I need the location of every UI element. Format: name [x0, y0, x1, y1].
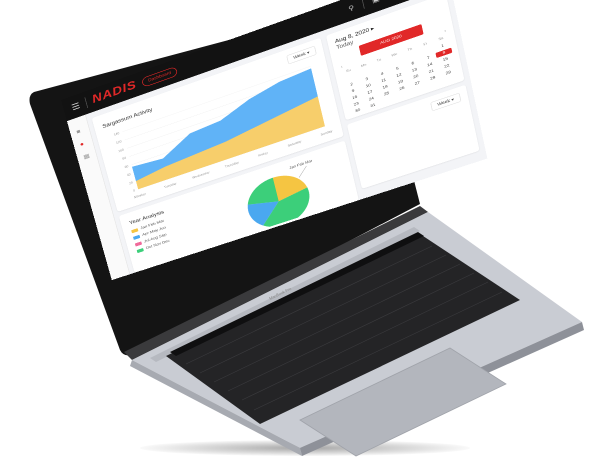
dashboard-badge[interactable]: Dashboard [141, 66, 179, 88]
legend-swatch [132, 234, 141, 240]
x-tick-label: Wednesday [192, 170, 211, 179]
dropdown-value: Week [292, 51, 307, 61]
x-tick-label: Thursday [224, 161, 239, 169]
legend-swatch [134, 241, 142, 247]
product-scene: MacBook Pro ☰ NADIS Dashboard ⚲ ▣ ▲ ■ ● … [0, 0, 592, 464]
y-tick-label: 120 [116, 140, 123, 145]
dropdown-value: Week [437, 98, 451, 108]
y-tick-label: 20 [129, 181, 134, 186]
y-tick-label: 60 [124, 164, 129, 169]
sidebar-dashboard-icon[interactable]: ■ [76, 128, 82, 135]
y-tick-label: 140 [113, 131, 120, 136]
x-tick-label: Friday [258, 151, 269, 158]
period-dropdown[interactable]: Week ▾ [430, 92, 462, 112]
y-tick-label: 0 [133, 189, 136, 193]
y-tick-label: 80 [122, 156, 127, 161]
sidebar-reports-icon[interactable]: ▦ [83, 153, 91, 161]
sidebar-activity-icon[interactable]: ● [79, 141, 85, 148]
legend-swatch [131, 227, 139, 234]
divider [84, 97, 89, 109]
pie-label: Jan Feb Mar [289, 159, 313, 170]
x-tick-label: Tuesday [164, 182, 178, 190]
calendar-icon[interactable]: ▣ [371, 0, 380, 4]
x-tick-label: Monday [134, 192, 147, 199]
search-icon[interactable]: ⚲ [348, 3, 355, 13]
x-tick-label: Sunday [320, 129, 333, 137]
y-tick-label: 100 [118, 148, 125, 153]
divider [361, 0, 365, 9]
legend-swatch [136, 247, 144, 253]
x-tick-label: Saturday [287, 139, 302, 147]
prev-month-icon[interactable]: ‹ [341, 65, 344, 69]
menu-icon[interactable]: ☰ [71, 101, 82, 113]
next-month-icon[interactable]: › [444, 29, 447, 34]
y-tick-label: 40 [126, 172, 131, 177]
